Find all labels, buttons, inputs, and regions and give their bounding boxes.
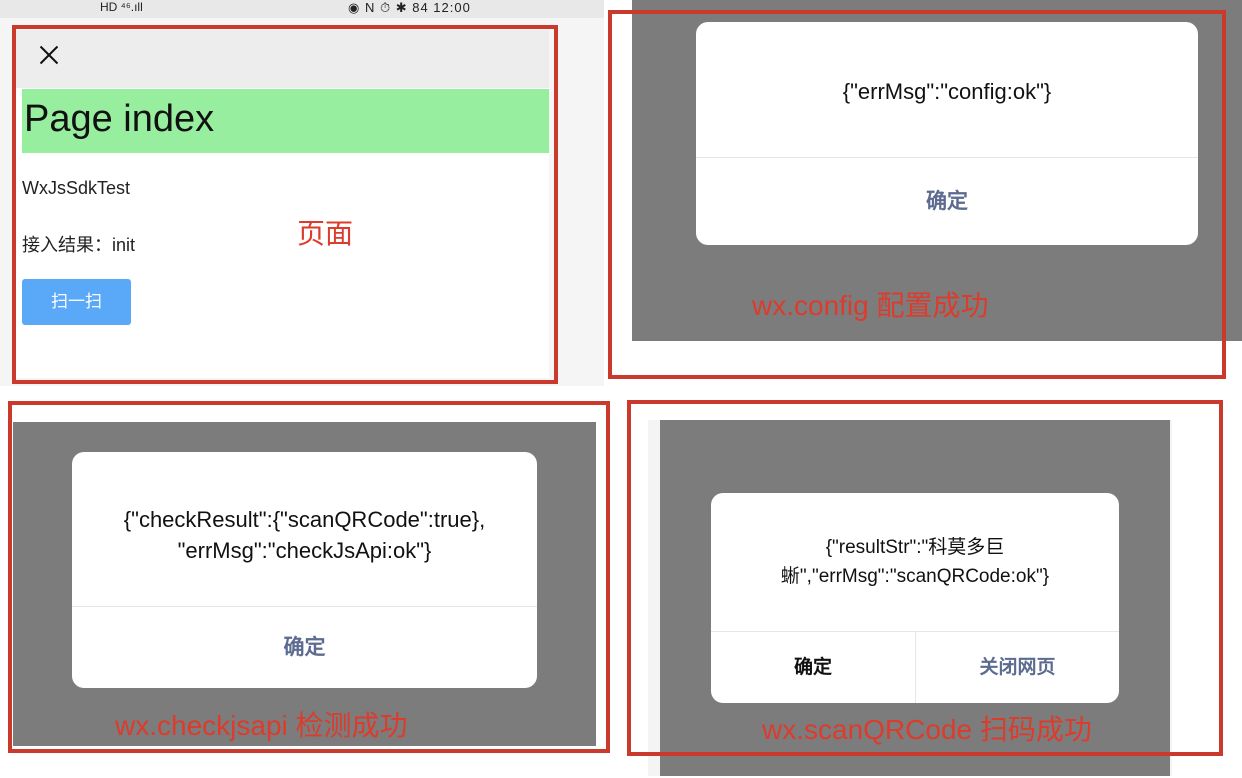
status-icons-clock: ◉ N ⏱ ✱ 84 12:00	[348, 0, 471, 15]
status-bar: HD ⁴⁶.ıll ◉ N ⏱ ✱ 84 12:00	[0, 0, 604, 18]
annotation-box-checkjsapi	[8, 401, 610, 753]
caption-scan: wx.scanQRCode 扫码成功	[762, 714, 1092, 745]
annotation-box-scan	[627, 400, 1223, 756]
caption-page: 页面	[297, 218, 354, 249]
annotation-box-page	[12, 25, 558, 384]
status-signal: HD ⁴⁶.ıll	[100, 0, 143, 14]
caption-config: wx.config 配置成功	[752, 290, 989, 321]
caption-checkjsapi: wx.checkjsapi 检测成功	[115, 710, 408, 741]
